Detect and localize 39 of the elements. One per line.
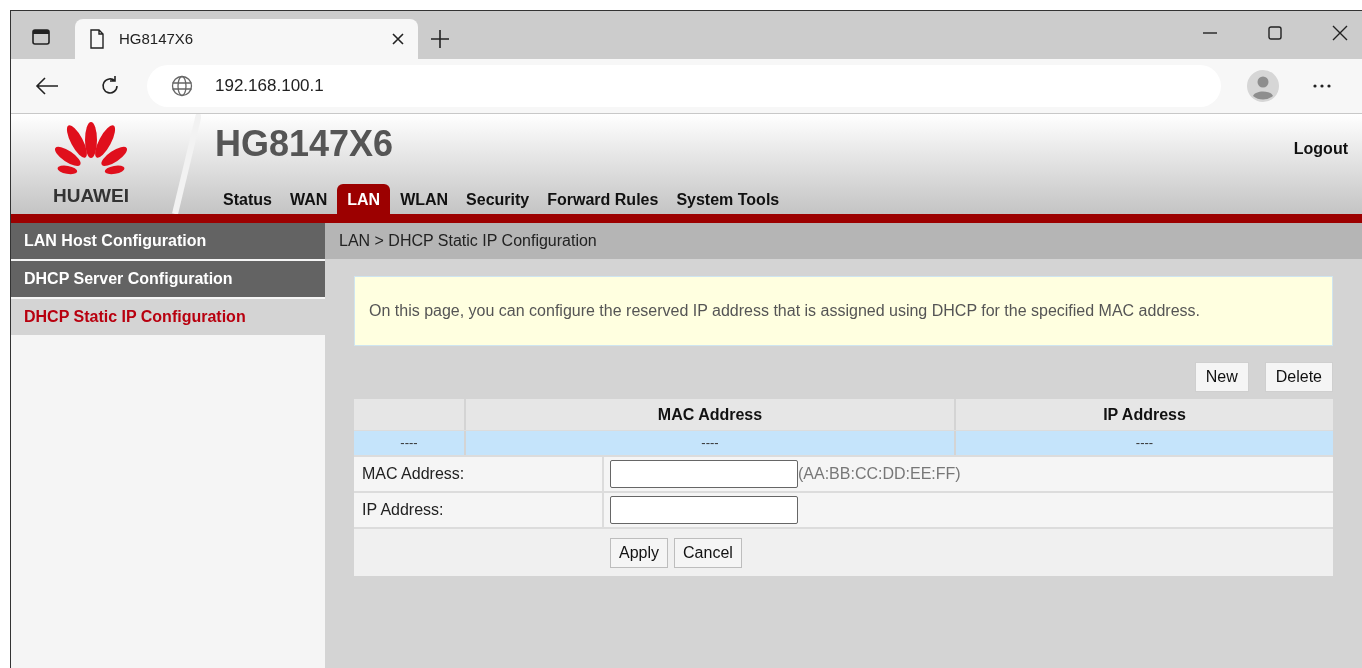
input-field[interactable]: [610, 496, 798, 524]
nav-tab[interactable]: Status: [215, 184, 280, 216]
sidebar-item[interactable]: LAN Host Configuration: [11, 223, 325, 259]
maximize-icon[interactable]: [1268, 26, 1282, 40]
page-icon: [89, 29, 105, 49]
device-model-title: HG8147X6: [215, 126, 394, 162]
format-hint: (AA:BB:CC:DD:EE:FF): [798, 464, 961, 484]
form-button[interactable]: Cancel: [674, 537, 742, 568]
nav-tab[interactable]: LAN: [337, 184, 391, 216]
reload-icon[interactable]: [99, 75, 121, 97]
form-button[interactable]: Apply: [610, 537, 669, 568]
input-field[interactable]: [610, 460, 798, 488]
close-icon[interactable]: [1332, 25, 1348, 41]
sidebar-item[interactable]: DHCP Static IP Configuration: [11, 299, 325, 335]
logo-text: HUAWEI: [53, 186, 129, 205]
action-button[interactable]: New: [1194, 362, 1249, 392]
breadcrumb: LAN > DHCP Static IP Configuration: [325, 223, 1362, 259]
nav-tab[interactable]: Security: [458, 184, 538, 216]
address-field[interactable]: 192.168.100.1: [147, 65, 1221, 107]
nav-tab[interactable]: WAN: [281, 184, 336, 216]
table-cell-text: ----: [1134, 434, 1155, 453]
nav-tab[interactable]: System Tools: [668, 184, 788, 216]
globe-icon: [171, 75, 193, 97]
back-arrow-icon[interactable]: [35, 76, 59, 96]
new-tab-icon[interactable]: [430, 29, 450, 49]
url-text: 192.168.100.1: [215, 75, 324, 98]
table-header-cell-text: IP Address: [1102, 404, 1187, 425]
sidebar-toggle-icon[interactable]: [31, 27, 51, 47]
close-icon[interactable]: [392, 33, 404, 45]
logout-link[interactable]: Logout: [1293, 137, 1348, 161]
profile-avatar-icon[interactable]: [1247, 70, 1279, 102]
tab-title: HG8147X6: [119, 28, 195, 49]
more-options-icon[interactable]: [1313, 84, 1331, 88]
nav-tab[interactable]: Forward Rules: [539, 184, 667, 216]
sidebar-item[interactable]: DHCP Server Configuration: [11, 261, 325, 297]
info-message: On this page, you can configure the reserved IP address that is assigned using DHCP for the specified MAC address.: [354, 276, 1333, 346]
browser-tab[interactable]: HG8147X6: [75, 19, 418, 59]
action-button[interactable]: Delete: [1264, 362, 1333, 392]
nav-tab[interactable]: WLAN: [392, 184, 457, 216]
